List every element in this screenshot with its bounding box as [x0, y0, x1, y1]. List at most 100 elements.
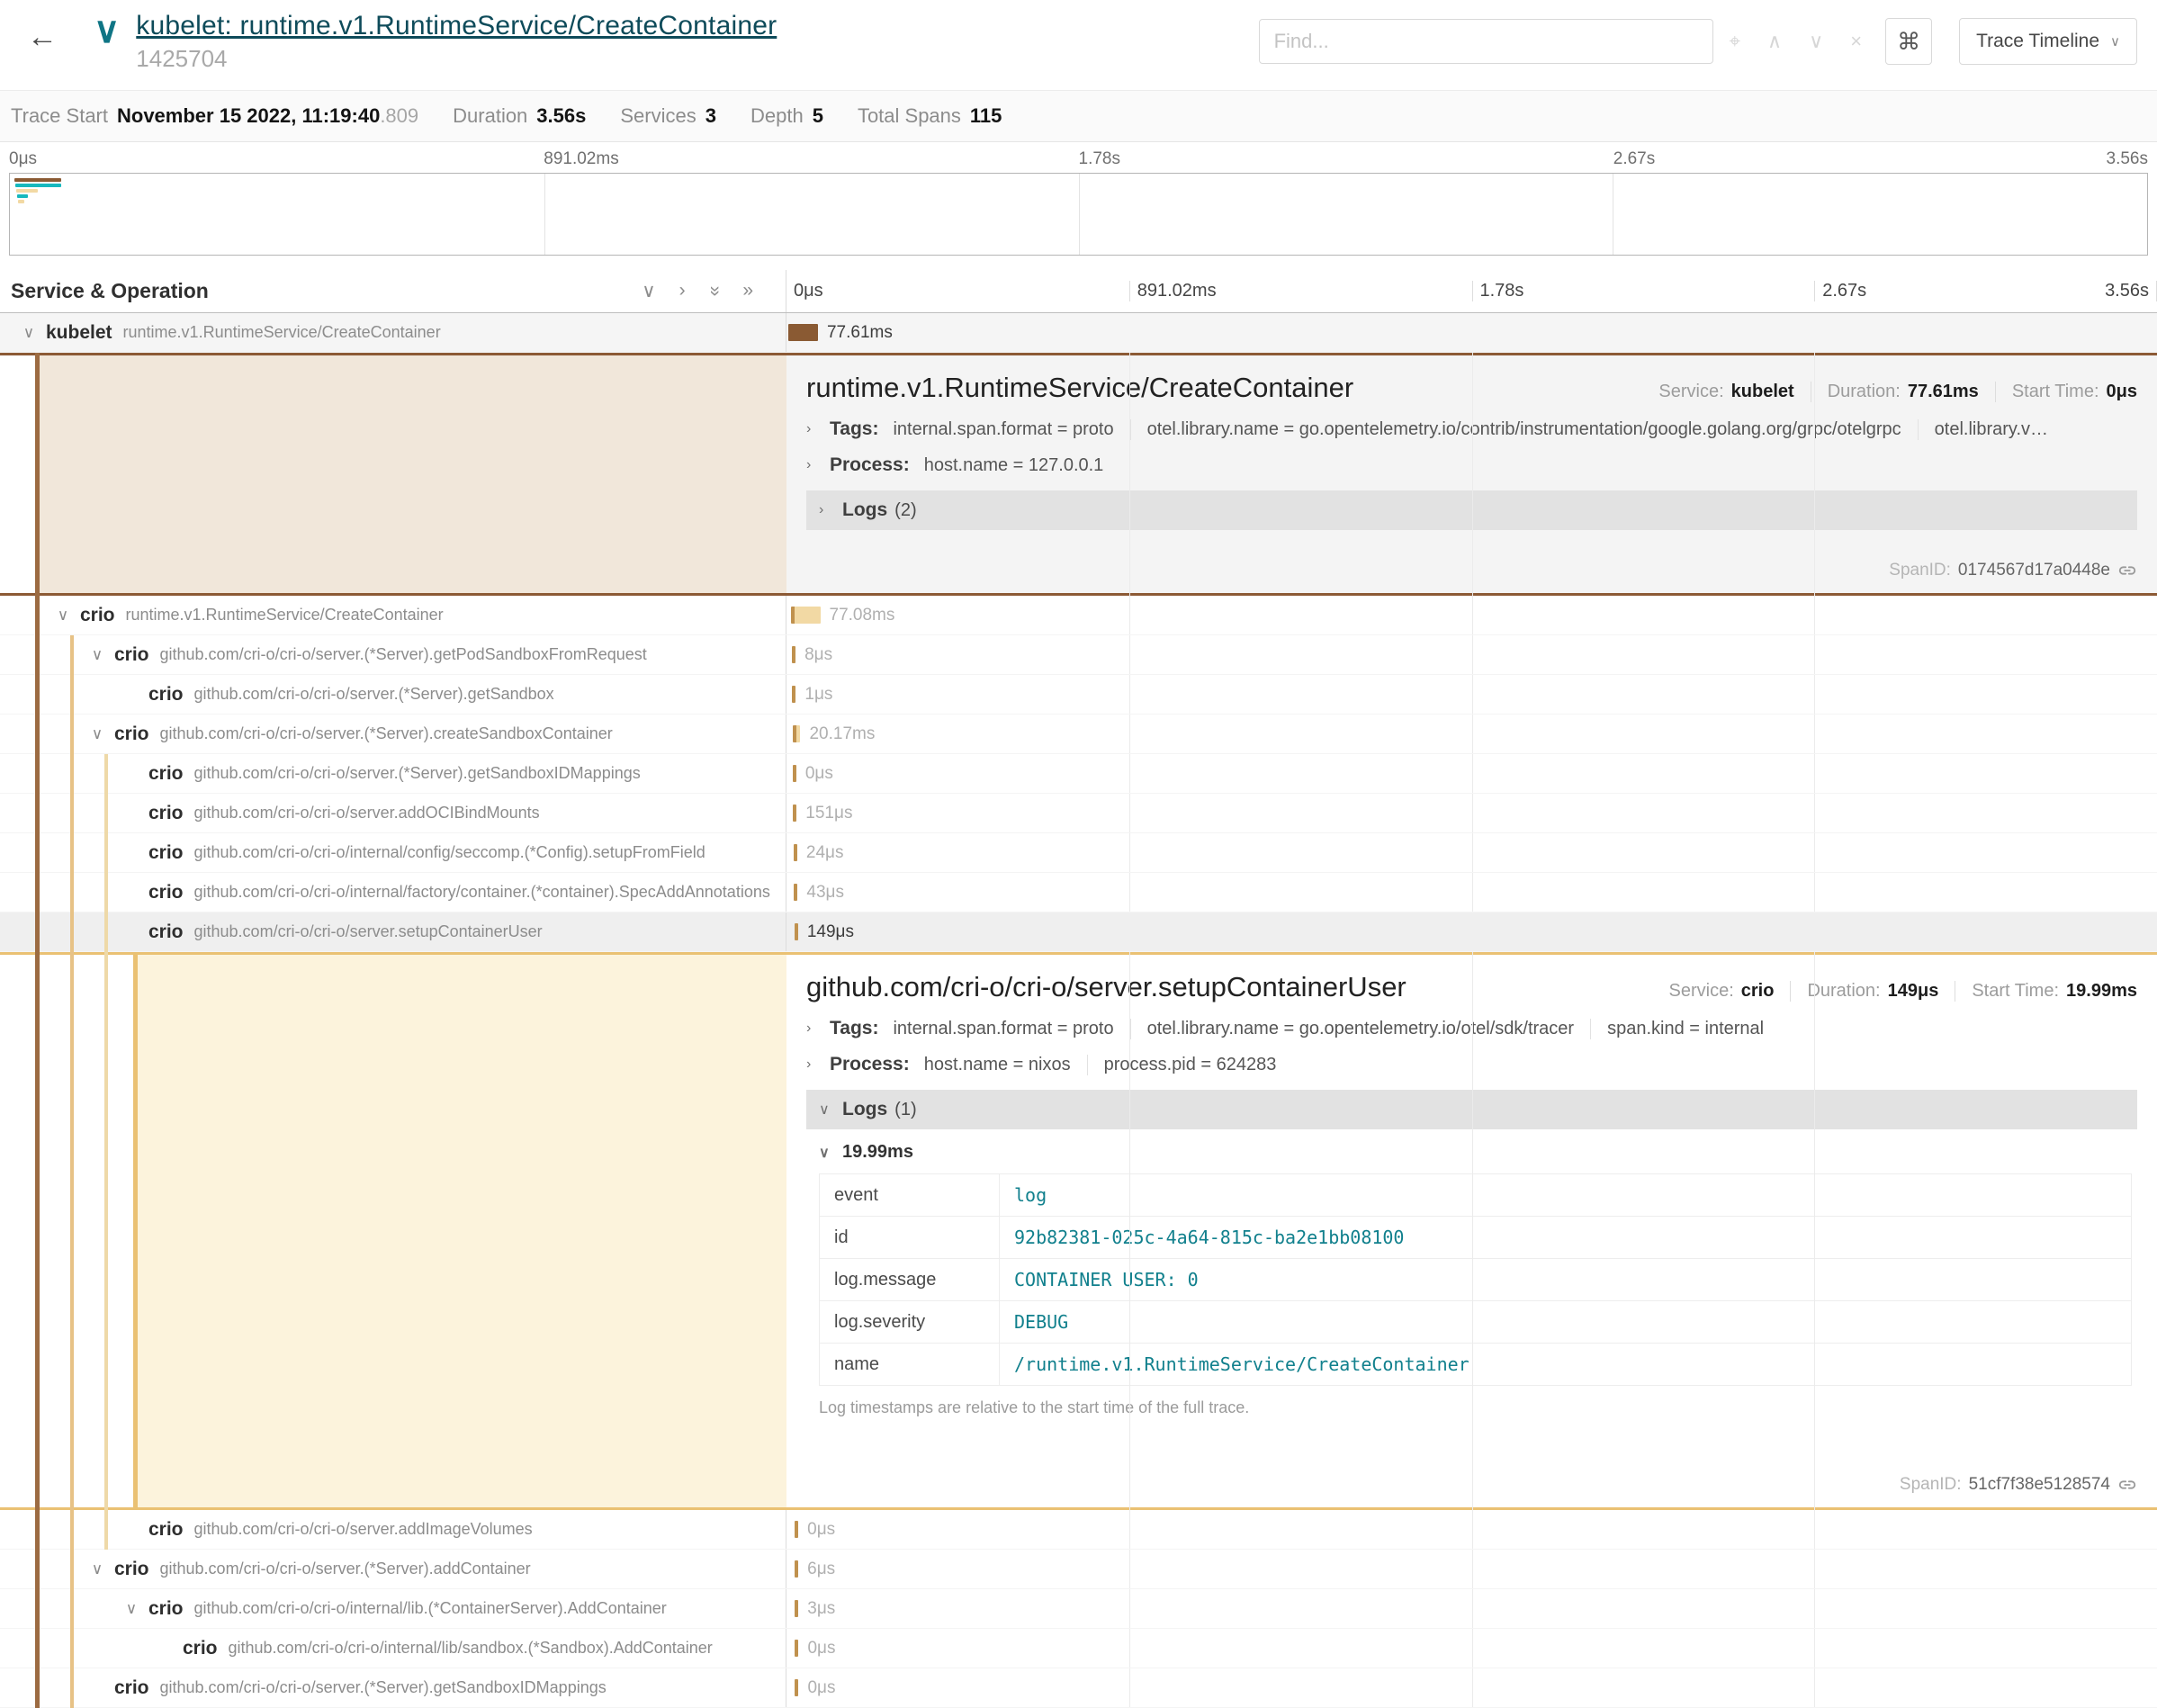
span-bar[interactable] [795, 1679, 798, 1696]
span-row-getsandboxidmappings-2[interactable]: crio github.com/cri-o/cri-o/server.(*Ser… [0, 1668, 2157, 1708]
minimap-viewport[interactable] [9, 173, 2148, 256]
clear-find-icon[interactable]: × [1850, 30, 1862, 53]
span-bar[interactable] [795, 1640, 798, 1657]
span-row-lib-addcontainer[interactable]: ∨ crio github.com/cri-o/cri-o/internal/l… [0, 1589, 2157, 1629]
chevron-down-icon[interactable]: ∨ [80, 646, 114, 664]
minimap-tick: 2.67s [1613, 149, 1655, 169]
span-row-setupcontaineruser[interactable]: crio github.com/cri-o/cri-o/server.setup… [0, 912, 2157, 952]
find-input[interactable] [1259, 19, 1713, 64]
span-row-addocibindmounts[interactable]: crio github.com/cri-o/cri-o/server.addOC… [0, 794, 2157, 833]
span-duration: 1μs [804, 685, 832, 705]
minimap-gridline [544, 174, 545, 255]
locate-icon[interactable]: ⌖ [1730, 30, 1740, 53]
span-duration: 8μs [804, 645, 832, 665]
log-field-key: log.message [820, 1259, 1000, 1301]
chevron-down-icon[interactable]: ∨ [80, 725, 114, 743]
span-row-getsandbox[interactable]: crio github.com/cri-o/cri-o/server.(*Ser… [0, 675, 2157, 715]
span-bar[interactable] [793, 725, 801, 742]
span-bar[interactable] [795, 1560, 798, 1578]
span-id-value: 51cf7f38e5128574 [1969, 1475, 2110, 1495]
log-entry-header[interactable]: ∨ 19.99ms [819, 1142, 2137, 1163]
tag-item: internal.span.format = proto [893, 1019, 1113, 1039]
link-icon[interactable] [2117, 1475, 2137, 1495]
span-row-addimagevolumes[interactable]: crio github.com/cri-o/cri-o/server.addIm… [0, 1510, 2157, 1550]
tags-accordion[interactable]: › Tags: internal.span.format = proto ote… [806, 418, 2137, 440]
span-row-specaddannotations[interactable]: crio github.com/cri-o/cri-o/internal/fac… [0, 873, 2157, 912]
back-button[interactable]: ← [27, 20, 58, 55]
span-row-getpodsandboxfromrequest[interactable]: ∨ crio github.com/cri-o/cri-o/server.(*S… [0, 635, 2157, 675]
tags-accordion[interactable]: › Tags: internal.span.format = proto ote… [806, 1018, 2137, 1039]
logs-accordion[interactable]: › Logs (2) [806, 490, 2137, 530]
span-service: crio [148, 921, 184, 943]
log-entry: ∨ 19.99ms event log id 92b82381-025c-4a6… [819, 1142, 2137, 1386]
process-item: process.pid = 624283 [1087, 1055, 1277, 1075]
collapse-all-icon[interactable]: » [703, 286, 725, 297]
chevron-down-icon[interactable]: ∨ [12, 324, 46, 342]
span-row-sandbox-addcontainer[interactable]: crio github.com/cri-o/cri-o/internal/lib… [0, 1629, 2157, 1668]
trace-title-block: kubelet: runtime.v1.RuntimeService/Creat… [136, 11, 777, 73]
span-operation: github.com/cri-o/cri-o/internal/lib/sand… [229, 1639, 713, 1658]
span-detail-kubelet: runtime.v1.RuntimeService/CreateContaine… [0, 353, 2157, 596]
trace-title-link[interactable]: kubelet: runtime.v1.RuntimeService/Creat… [136, 11, 777, 41]
chevron-down-icon[interactable]: ∨ [80, 1560, 114, 1578]
span-row-addcontainer[interactable]: ∨ crio github.com/cri-o/cri-o/server.(*S… [0, 1550, 2157, 1589]
collapse-controls: ∨ › » » [642, 280, 753, 302]
span-service: crio [114, 1677, 149, 1699]
span-bar[interactable] [795, 1600, 798, 1617]
span-bar[interactable] [791, 607, 821, 624]
logs-label: Logs [842, 499, 887, 521]
span-bar[interactable] [795, 923, 798, 940]
span-bar[interactable] [792, 686, 795, 703]
minimap-span-bar [16, 189, 38, 193]
span-bar[interactable] [794, 884, 797, 901]
link-icon[interactable] [2117, 561, 2137, 580]
header-toolbar: ⌖ ∧ ∨ × ⌘ Trace Timeline ∨ [1259, 18, 2137, 65]
chevron-right-icon: › [806, 1020, 830, 1037]
find-controls: ⌖ ∧ ∨ × [1730, 30, 1862, 53]
span-row-getsandboxidmappings[interactable]: crio github.com/cri-o/cri-o/server.(*Ser… [0, 754, 2157, 794]
span-bar[interactable] [793, 805, 796, 822]
span-operation: github.com/cri-o/cri-o/server.addOCIBind… [194, 804, 540, 823]
process-accordion[interactable]: › Process: host.name = 127.0.0.1 [806, 454, 2137, 476]
chevron-down-icon: ∨ [2110, 33, 2120, 49]
trace-collapse-chevron-icon[interactable]: ∨ [94, 13, 120, 49]
span-row-createsandboxcontainer[interactable]: ∨ crio github.com/cri-o/cri-o/server.(*S… [0, 715, 2157, 754]
prev-match-icon[interactable]: ∧ [1767, 30, 1782, 53]
log-field-row: name /runtime.v1.RuntimeService/CreateCo… [820, 1344, 2132, 1386]
chevron-down-icon: ∨ [819, 1101, 842, 1119]
trace-view-select[interactable]: Trace Timeline ∨ [1959, 18, 2137, 65]
service-label: Service: [1669, 981, 1734, 1001]
chevron-down-icon[interactable]: ∨ [46, 607, 80, 625]
span-row-crio-createcontainer[interactable]: ∨ crio runtime.v1.RuntimeService/CreateC… [0, 596, 2157, 635]
span-bar[interactable] [794, 844, 797, 861]
logs-accordion[interactable]: ∨ Logs (1) [806, 1090, 2137, 1129]
process-item: host.name = 127.0.0.1 [924, 455, 1104, 476]
timeline-tick: 3.56s [2105, 281, 2157, 301]
span-bar[interactable] [792, 646, 795, 663]
keyboard-shortcuts-button[interactable]: ⌘ [1885, 18, 1932, 65]
span-id-label: SpanID: [1889, 561, 1951, 580]
collapse-one-icon[interactable]: ∨ [642, 280, 655, 302]
timeline-tick: 2.67s [1814, 281, 1866, 301]
process-accordion[interactable]: › Process: host.name = nixos process.pid… [806, 1054, 2137, 1075]
log-field-key: log.severity [820, 1301, 1000, 1344]
span-service: crio [148, 842, 184, 864]
trace-summary-bar: Trace StartNovember 15 2022, 11:19:40.80… [0, 90, 2157, 142]
tag-item: internal.span.format = proto [893, 419, 1113, 440]
minimap-tick: 3.56s [2107, 149, 2148, 169]
expand-all-icon[interactable]: » [742, 280, 753, 302]
span-operation: github.com/cri-o/cri-o/server.(*Server).… [160, 724, 613, 743]
span-duration: 6μs [807, 1560, 835, 1579]
span-bar[interactable] [795, 1521, 798, 1538]
expand-one-icon[interactable]: › [679, 280, 686, 302]
span-row-seccomp-setupfromfield[interactable]: crio github.com/cri-o/cri-o/internal/con… [0, 833, 2157, 873]
span-operation: github.com/cri-o/cri-o/server.setupConta… [194, 922, 543, 941]
span-bar[interactable] [788, 324, 818, 341]
log-field-row: event log [820, 1174, 2132, 1217]
span-row-kubelet-createcontainer[interactable]: ∨ kubelet runtime.v1.RuntimeService/Crea… [0, 313, 2157, 353]
chevron-right-icon: › [806, 421, 830, 437]
log-field-key: event [820, 1174, 1000, 1217]
chevron-down-icon[interactable]: ∨ [114, 1600, 148, 1618]
next-match-icon[interactable]: ∨ [1809, 30, 1823, 53]
span-bar[interactable] [793, 765, 796, 782]
